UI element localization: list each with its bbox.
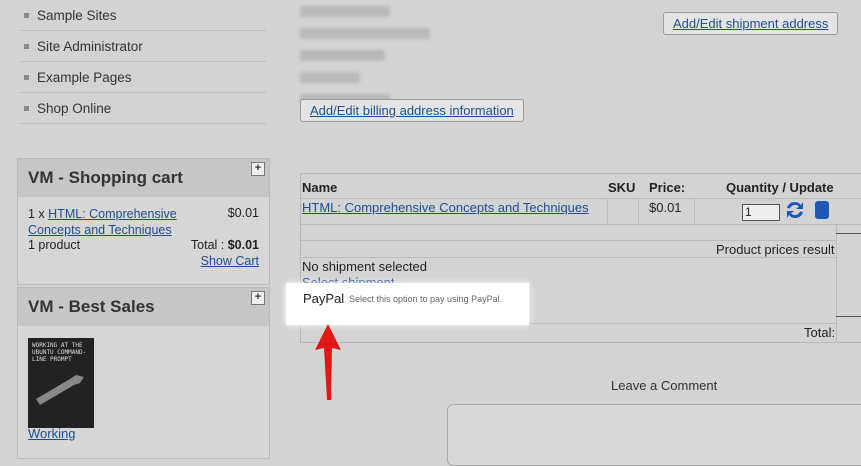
column-divider (638, 198, 639, 224)
cart-total: Total : $0.01 (191, 238, 259, 252)
menu-item-sample-sites[interactable]: Sample Sites (20, 0, 266, 31)
paypal-description: Select this option to pay using PayPal. (349, 294, 503, 304)
cart-total-value: $0.01 (227, 238, 259, 252)
module-title: VM - Shopping cart (28, 168, 183, 187)
no-shipment-text: No shipment selected (302, 259, 428, 274)
col-header-price: Price: (649, 180, 686, 195)
comment-textarea[interactable] (447, 404, 861, 466)
col-header-quantity: Quantity / Update (726, 180, 834, 195)
annotation-arrow-icon (315, 324, 341, 400)
total-label: Total: (804, 325, 836, 340)
edit-shipment-address-button[interactable]: Add/Edit shipment address (663, 12, 839, 35)
cart-item-line: 1 x HTML: Comprehensive Concepts and Tec… (28, 206, 198, 238)
module-title: VM - Best Sales (28, 297, 155, 316)
row-divider (301, 240, 836, 241)
expand-icon[interactable]: + (251, 291, 265, 305)
cart-item-link[interactable]: HTML: Comprehensive Concepts and Techniq… (28, 207, 177, 237)
book-cover-text: Working at the Ubuntu Command-Line Promp… (32, 342, 87, 363)
row-divider (301, 224, 861, 225)
expand-icon[interactable]: + (251, 162, 265, 176)
row-divider (301, 257, 836, 258)
cart-product-count: 1 product (28, 238, 81, 252)
book-link[interactable]: Working (28, 426, 75, 441)
row-divider (836, 233, 861, 234)
menu-item-site-administrator[interactable]: Site Administrator (20, 31, 266, 62)
col-header-name: Name (302, 180, 338, 195)
quantity-input[interactable]: 1 (742, 204, 780, 221)
cart-total-label: Total : (190, 238, 228, 252)
edit-billing-address-button[interactable]: Add/Edit billing address information (300, 99, 524, 122)
row-divider (301, 198, 861, 199)
module-header: VM - Best Sales + (18, 288, 269, 326)
menu-item-shop-online[interactable]: Shop Online (20, 93, 266, 124)
menu-item-label: Example Pages (37, 69, 132, 85)
bullet-icon (24, 105, 29, 111)
wrench-icon (36, 375, 84, 405)
cart-item-price: $0.01 (227, 206, 259, 220)
book-cover-image[interactable]: Working at the Ubuntu Command-Line Promp… (28, 338, 94, 428)
menu-item-label: Shop Online (37, 100, 112, 116)
bullet-icon (24, 74, 29, 80)
column-divider (836, 224, 837, 342)
product-prices-result: Product prices result (716, 242, 835, 257)
menu-item-example-pages[interactable]: Example Pages (20, 62, 266, 93)
shopping-cart-module: VM - Shopping cart + 1 x HTML: Comprehen… (17, 158, 270, 285)
col-header-sku: SKU (608, 180, 636, 195)
sidebar-menu: Sample Sites Site Administrator Example … (20, 0, 266, 124)
menu-item-label: Site Administrator (37, 38, 143, 54)
module-header: VM - Shopping cart + (18, 159, 269, 197)
leave-comment-label: Leave a Comment (611, 378, 718, 393)
delete-icon[interactable] (815, 201, 829, 219)
product-link[interactable]: HTML: Comprehensive Concepts and Techniq… (302, 200, 589, 215)
product-price: $0.01 (649, 200, 682, 215)
bullet-icon (24, 12, 29, 18)
column-divider (607, 198, 608, 224)
show-cart-link[interactable]: Show Cart (201, 254, 259, 268)
best-sales-module: VM - Best Sales + Working at the Ubuntu … (17, 287, 270, 459)
paypal-label: PayPal (303, 291, 345, 306)
row-divider (836, 316, 861, 317)
paypal-payment-option[interactable]: PayPal Select this option to pay using P… (286, 283, 529, 325)
menu-item-label: Sample Sites (37, 7, 117, 23)
cart-item-qty: 1 x (28, 207, 49, 221)
column-divider (694, 198, 695, 224)
refresh-icon[interactable] (784, 199, 806, 221)
cart-body: 1 x HTML: Comprehensive Concepts and Tec… (18, 197, 269, 283)
bullet-icon (24, 43, 29, 49)
